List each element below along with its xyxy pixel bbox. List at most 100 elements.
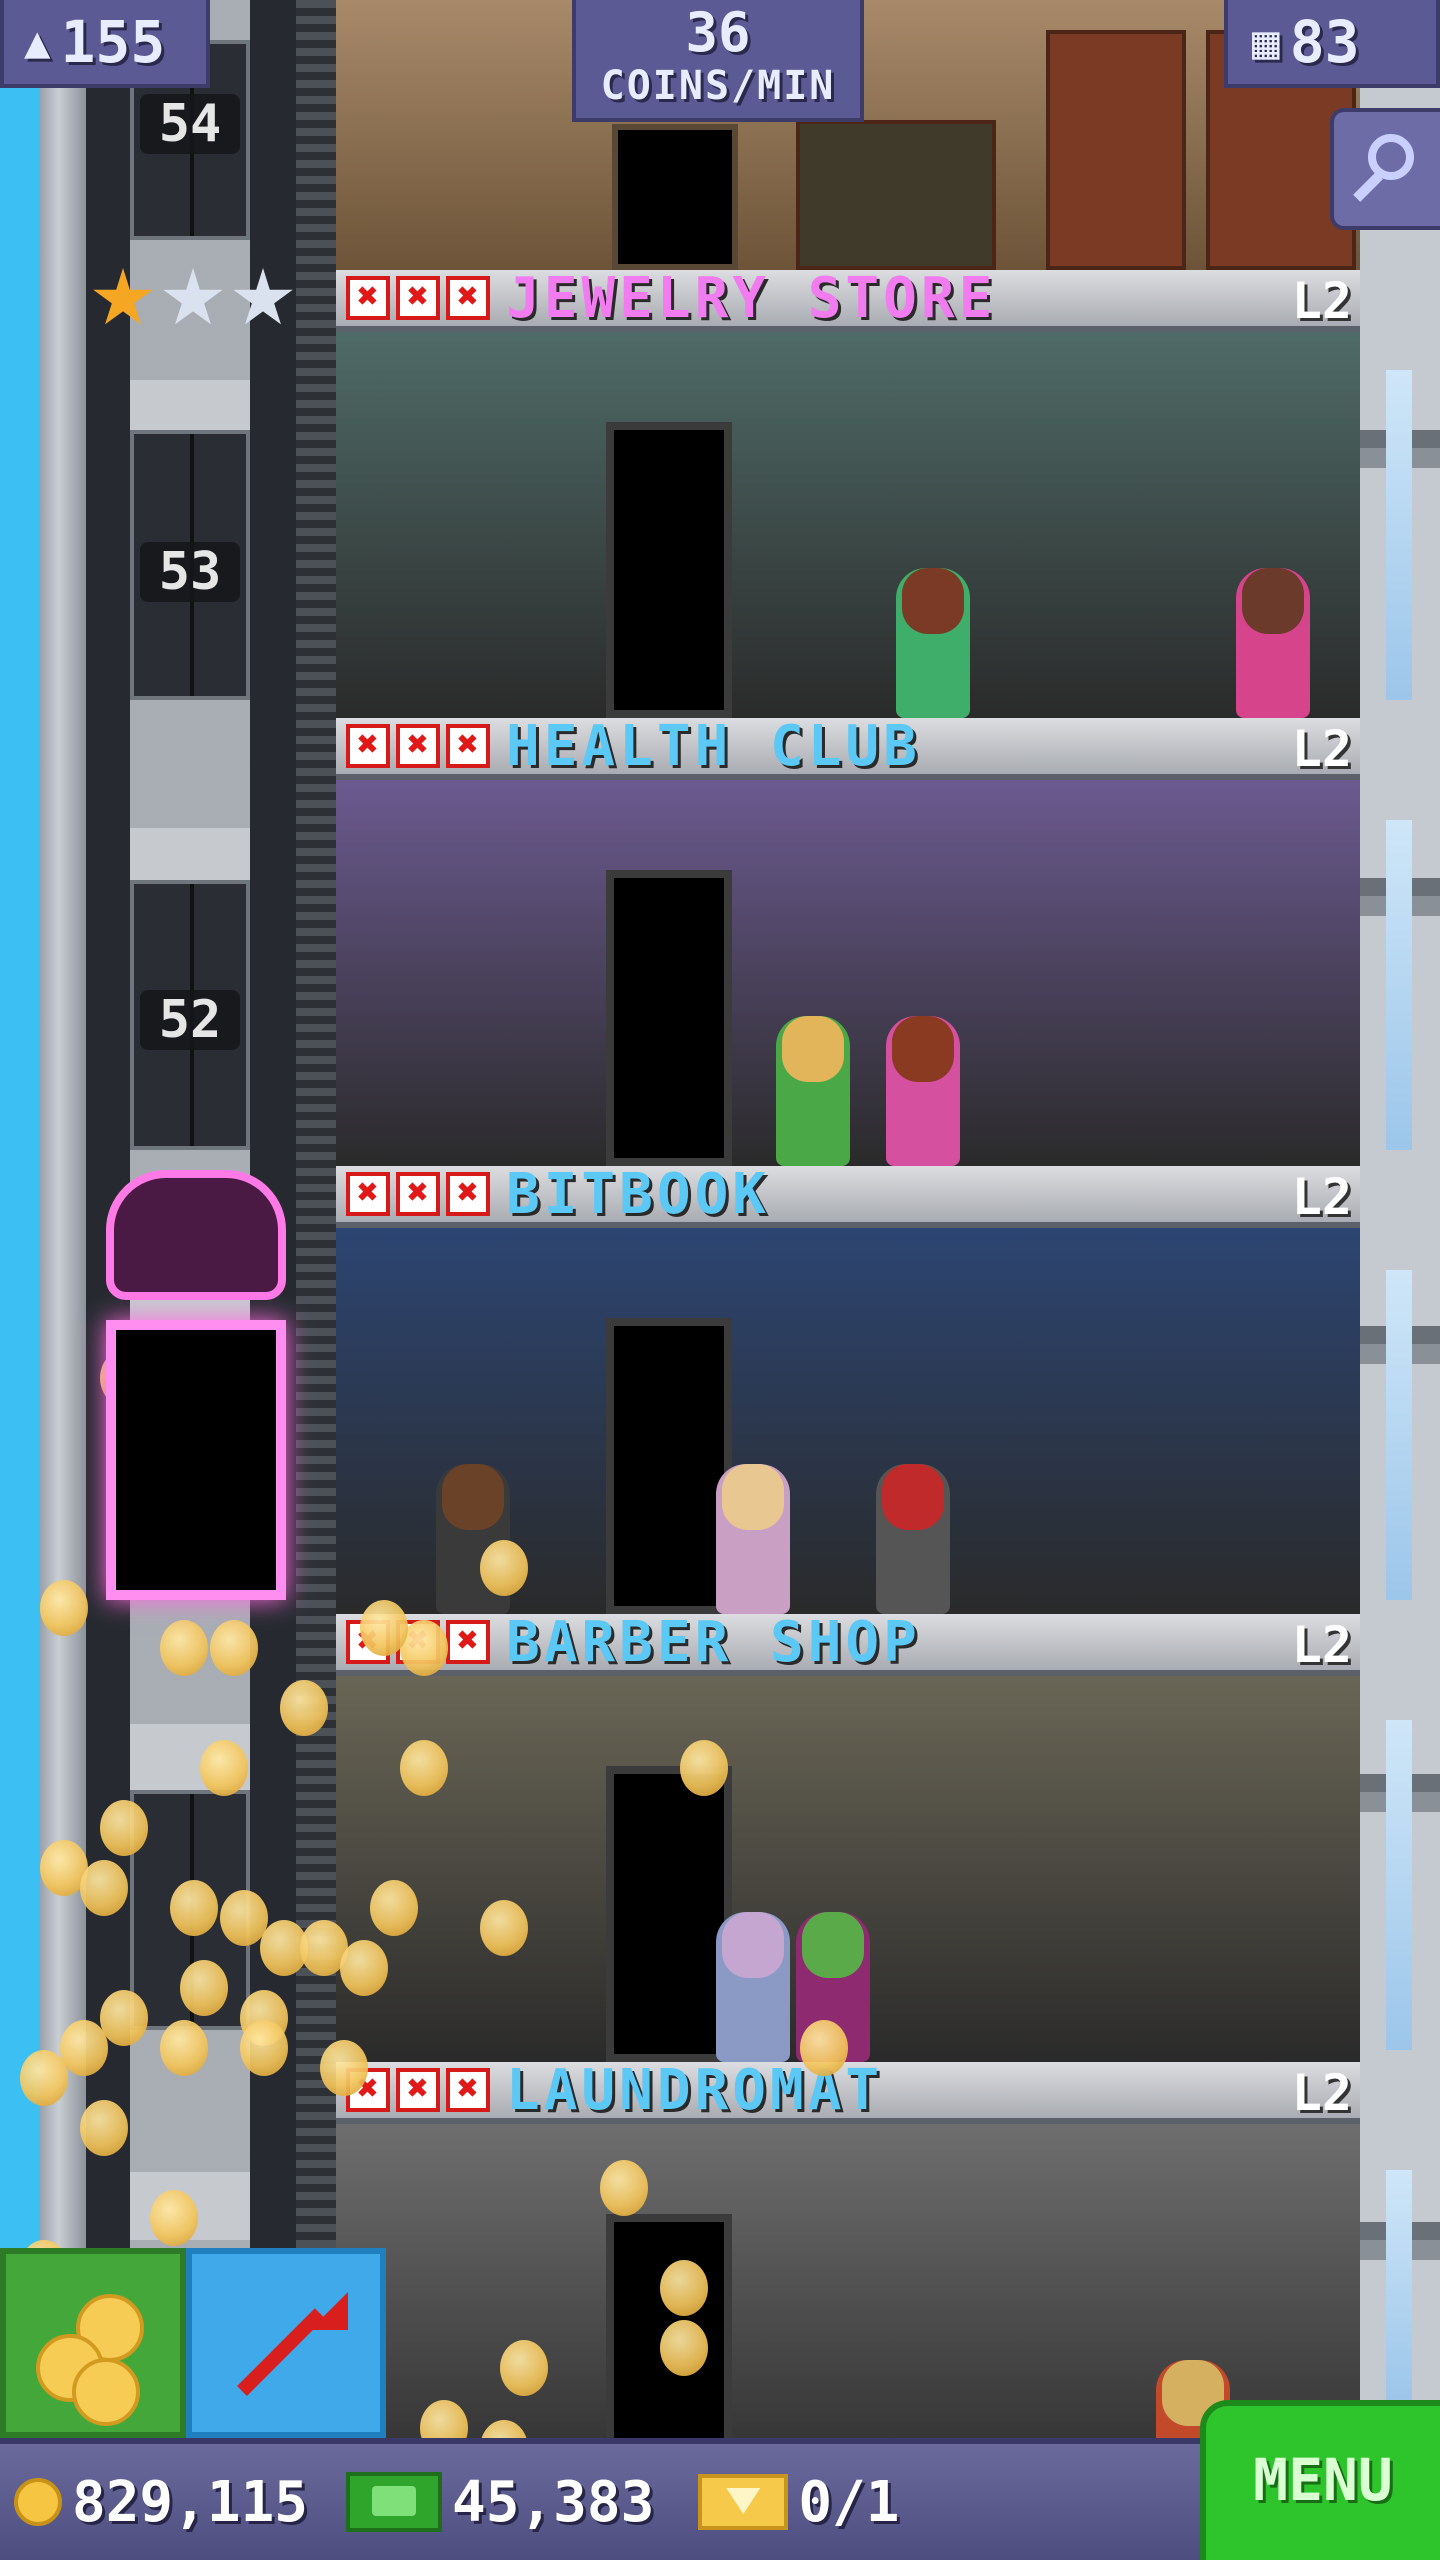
flying-coin-icon <box>340 1940 388 1996</box>
flying-coin-icon <box>480 1900 528 1956</box>
search-button[interactable] <box>1330 108 1440 230</box>
coins-value: 829,115 <box>72 2469 309 2535</box>
flying-coin-icon <box>60 2020 108 2076</box>
coins-per-min-value: 36 <box>685 1 751 64</box>
coin-icon <box>72 2358 140 2426</box>
room-door <box>606 870 732 1166</box>
empty-stock-icon: ✖ <box>396 276 440 320</box>
bitizen-character[interactable] <box>876 1464 950 1614</box>
floor-title-bar[interactable]: ✖ ✖ ✖ HEALTH CLUB L2 <box>336 714 1360 780</box>
flying-coin-icon <box>680 1740 728 1796</box>
bitizen-head <box>1242 568 1304 634</box>
flying-coin-icon <box>170 1880 218 1936</box>
empty-stock-icon: ✖ <box>446 1620 490 1664</box>
side-window <box>1386 2170 1412 2400</box>
flying-coin-icon <box>210 1620 258 1676</box>
room-door <box>612 124 738 270</box>
coins-currency[interactable]: 829,115 <box>14 2470 308 2535</box>
side-window <box>1386 1720 1412 2050</box>
flying-coin-icon <box>100 1800 148 1856</box>
bitizen-head <box>802 1912 864 1978</box>
coins-per-min-label: COINS/MIN <box>600 63 836 109</box>
bux-currency[interactable]: 45,383 <box>322 2470 654 2535</box>
floor-title-bar[interactable]: ✖ ✖ ✖ BITBOOK L2 <box>336 1162 1360 1228</box>
bitizen-head <box>722 1912 784 1978</box>
collect-coins-button[interactable] <box>0 2248 186 2438</box>
bitizen-character[interactable] <box>716 1912 790 2062</box>
empty-stock-icon: ✖ <box>346 276 390 320</box>
bux-icon <box>346 2472 443 2532</box>
ticket-currency[interactable]: 0/1 <box>668 2470 899 2535</box>
floor-name: JEWELRY STORE <box>506 265 997 331</box>
room-door <box>606 1318 732 1614</box>
stock-status: ✖✖✖ <box>346 276 490 320</box>
stock-status: ✖✖✖ <box>346 1172 490 1216</box>
bookshelf <box>1046 30 1186 270</box>
gift-elevator-door <box>106 1320 286 1600</box>
star-empty-icon <box>163 268 223 325</box>
floor-title-bar[interactable]: ✖ ✖ ✖ LAUNDROMAT L2 <box>336 2058 1360 2124</box>
flying-coin-icon <box>360 1600 408 1656</box>
flying-coin-icon <box>800 2020 848 2076</box>
floor-barber-shop[interactable]: ✖✖✖BARBER SHOPL2 <box>336 1610 1360 2062</box>
room-interior[interactable] <box>336 1676 1360 2062</box>
star-empty-icon <box>233 268 293 325</box>
flying-coin-icon <box>660 2260 708 2316</box>
gift-elevator[interactable] <box>96 1170 296 1620</box>
empty-stock-icon: ✖ <box>346 1172 390 1216</box>
side-window <box>1386 820 1412 1150</box>
flying-coin-icon <box>80 2100 128 2156</box>
side-window <box>1386 1270 1412 1600</box>
flying-coin-icon <box>400 1740 448 1796</box>
menu-button[interactable]: MENU <box>1200 2400 1440 2560</box>
flying-coin-icon <box>320 2040 368 2096</box>
bitizen-character[interactable] <box>716 1464 790 1614</box>
floor-star-rating <box>92 268 294 330</box>
empty-stock-icon: ✖ <box>396 724 440 768</box>
bitizen-head <box>892 1016 954 1082</box>
bitizen-head <box>442 1464 504 1530</box>
floor-health-club[interactable]: ✖ ✖ ✖ HEALTH CLUB L2 <box>336 714 1360 1166</box>
population-value: 155 <box>60 8 166 76</box>
flying-coin-icon <box>80 1860 128 1916</box>
building-frame-left <box>40 0 86 2560</box>
elevator-floor-number-53: 53 <box>140 542 240 602</box>
population-counter[interactable]: ▲ 155 <box>0 0 210 88</box>
bitizen-character[interactable] <box>1236 568 1310 718</box>
bitizen-character[interactable] <box>896 568 970 718</box>
elevator-floor-number-52: 52 <box>140 990 240 1050</box>
room-interior[interactable] <box>336 332 1360 718</box>
floor-level: L2 <box>1291 1168 1352 1226</box>
building-icon: ▦ <box>1252 15 1280 69</box>
flying-coin-icon <box>240 2020 288 2076</box>
floor-name: BITBOOK <box>506 1161 771 1227</box>
empty-stock-icon: ✖ <box>446 276 490 320</box>
flying-coin-icon <box>480 1540 528 1596</box>
floor-title-bar[interactable]: ✖✖✖BARBER SHOPL2 <box>336 1610 1360 1676</box>
gold-coin-icon <box>14 2478 62 2526</box>
flying-coin-icon <box>500 2340 548 2396</box>
flying-coin-icon <box>40 1580 88 1636</box>
floor-level: L2 <box>1291 272 1352 330</box>
bitizen-character[interactable] <box>776 1016 850 1166</box>
empty-stock-icon: ✖ <box>446 724 490 768</box>
gift-bow-icon <box>106 1170 286 1300</box>
flying-coin-icon <box>280 1680 328 1736</box>
empty-stock-icon: ✖ <box>446 1172 490 1216</box>
floor-counter[interactable]: ▦ 83 <box>1224 0 1440 88</box>
floor-level: L2 <box>1291 1616 1352 1674</box>
arrow-tip <box>310 2292 348 2330</box>
bux-value: 45,383 <box>452 2469 655 2535</box>
elevator-button[interactable] <box>186 2248 386 2438</box>
bitizen-character[interactable] <box>886 1016 960 1166</box>
floor-level: L2 <box>1291 2064 1352 2122</box>
flying-coin-icon <box>660 2320 708 2376</box>
flying-coin-icon <box>600 2160 648 2216</box>
room-interior[interactable] <box>336 780 1360 1166</box>
flying-coin-icon <box>160 2020 208 2076</box>
flying-coin-icon <box>100 1990 148 2046</box>
person-icon: ▲ <box>24 16 51 68</box>
floor-jewelry-store[interactable]: ✖ ✖ ✖ JEWELRY STORE L2 <box>336 266 1360 718</box>
floor-name: BARBER SHOP <box>506 1609 921 1675</box>
floor-title-bar[interactable]: ✖ ✖ ✖ JEWELRY STORE L2 <box>336 266 1360 332</box>
